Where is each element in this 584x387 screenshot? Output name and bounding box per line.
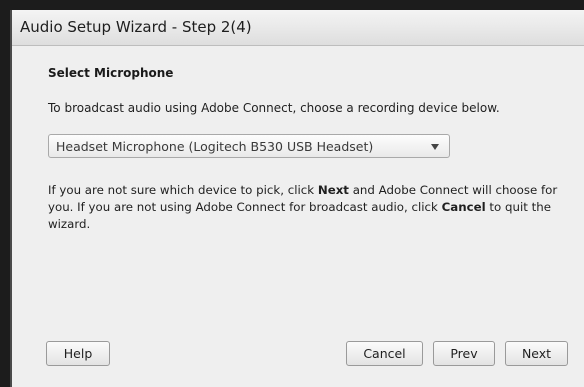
cancel-button[interactable]: Cancel	[346, 341, 423, 366]
dialog-title: Audio Setup Wizard - Step 2(4)	[20, 18, 252, 36]
microphone-select-value: Headset Microphone (Logitech B530 USB He…	[56, 139, 374, 154]
instruction-text: To broadcast audio using Adobe Connect, …	[48, 101, 500, 115]
help-button[interactable]: Help	[46, 341, 110, 366]
microphone-select[interactable]: Headset Microphone (Logitech B530 USB He…	[48, 134, 450, 158]
info-text-part1: If you are not sure which device to pick…	[48, 183, 318, 197]
prev-button[interactable]: Prev	[433, 341, 495, 366]
info-cancel-word: Cancel	[441, 200, 486, 214]
next-button[interactable]: Next	[505, 341, 568, 366]
chevron-down-icon	[431, 144, 439, 150]
section-heading: Select Microphone	[48, 66, 174, 80]
info-text: If you are not sure which device to pick…	[48, 182, 576, 233]
title-bar[interactable]: Audio Setup Wizard - Step 2(4)	[12, 10, 584, 46]
info-next-word: Next	[317, 183, 349, 197]
audio-setup-wizard-dialog: Audio Setup Wizard - Step 2(4) Select Mi…	[10, 10, 584, 387]
